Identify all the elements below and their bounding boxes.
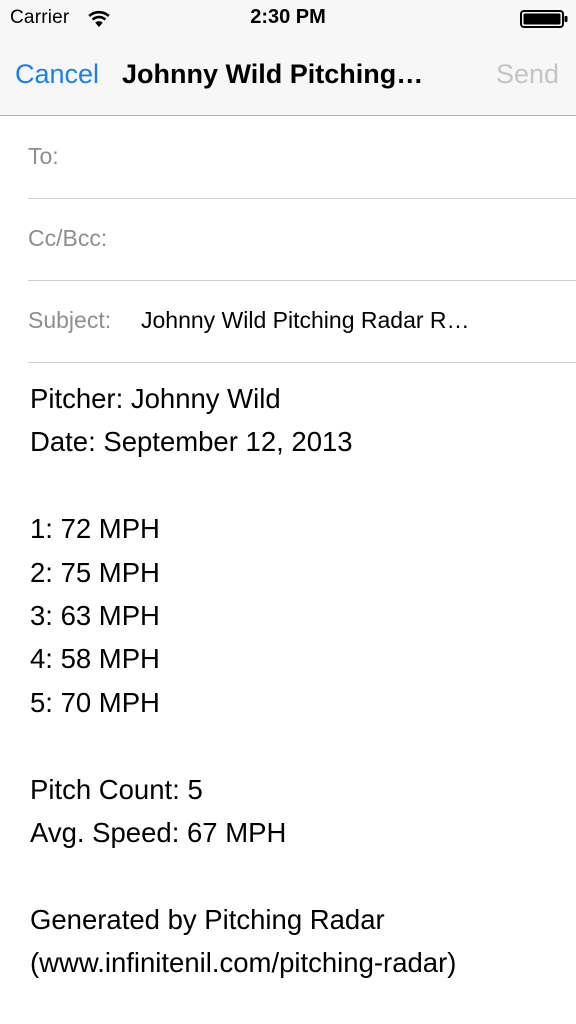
body-line: Generated by Pitching Radar (30, 903, 385, 935)
cc-bcc-field-row[interactable]: Cc/Bcc: (28, 198, 576, 281)
to-field-row[interactable]: To: (28, 116, 576, 199)
subject-label: Subject: (28, 307, 112, 333)
body-line: Pitcher: Johnny Wild (30, 383, 281, 414)
to-input[interactable] (66, 134, 570, 180)
body-line: 1: 72 MPH (30, 513, 160, 545)
body-line: 2: 75 MPH (30, 556, 160, 588)
body-line: Date: September 12, 2013 (30, 426, 353, 458)
compose-title: Johnny Wild Pitching… (122, 59, 424, 89)
cancel-button[interactable]: Cancel (15, 59, 99, 90)
subject-input[interactable]: Johnny Wild Pitching Radar R… (141, 307, 541, 334)
navigation-bar: Cancel Johnny Wild Pitching… Send (0, 38, 576, 116)
cc-bcc-label: Cc/Bcc: (28, 225, 108, 251)
mail-compose-screen: Carrier 2:30 PM Cancel Johnny Wild Pitch… (0, 0, 576, 1024)
cc-bcc-input[interactable] (128, 216, 572, 262)
subject-field-row[interactable]: Subject: Johnny Wild Pitching Radar R… (28, 280, 576, 363)
body-line: 4: 58 MPH (30, 643, 160, 675)
body-line: (www.infinitenil.com/pitching-radar) (30, 947, 457, 979)
message-body[interactable]: Pitcher: Johnny Wild Date: September 12,… (30, 377, 560, 984)
body-line: 3: 63 MPH (30, 599, 160, 631)
send-button[interactable]: Send (496, 59, 559, 90)
body-line (30, 854, 560, 897)
body-line: 5: 70 MPH (30, 686, 160, 718)
to-label: To: (28, 143, 59, 169)
body-line: Pitch Count: 5 (30, 773, 203, 805)
status-bar: Carrier 2:30 PM (0, 0, 576, 38)
status-time: 2:30 PM (250, 6, 326, 28)
battery-icon (520, 10, 568, 28)
body-line (30, 464, 560, 507)
body-line: Avg. Speed: 67 MPH (30, 816, 287, 848)
body-line (30, 724, 560, 767)
